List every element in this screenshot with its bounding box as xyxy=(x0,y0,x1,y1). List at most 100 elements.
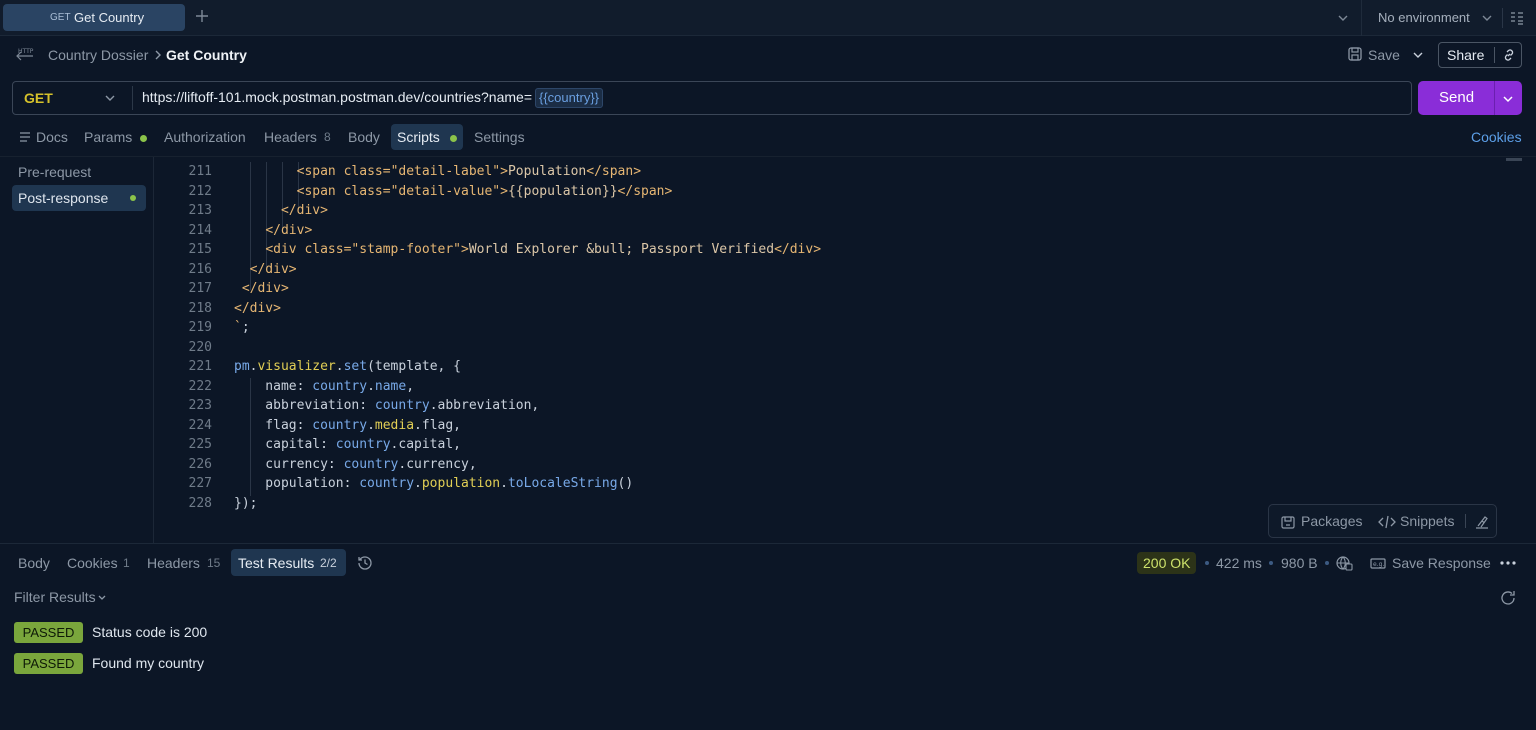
line-number: 223 xyxy=(188,398,212,413)
code-line[interactable]: </div> xyxy=(234,281,289,296)
request-tab-method: GET xyxy=(50,12,71,23)
code-line[interactable]: population: country.population.toLocaleS… xyxy=(234,476,633,491)
code-line[interactable]: <span class="detail-label">Population</s… xyxy=(234,164,641,179)
code-line[interactable]: </div> xyxy=(234,223,312,238)
divider[interactable] xyxy=(0,543,1536,544)
beautify-icon[interactable] xyxy=(1473,513,1491,531)
filter-results-dropdown[interactable]: Filter Results xyxy=(14,589,96,605)
plus-icon[interactable] xyxy=(194,8,210,24)
tab-headers[interactable]: Headers xyxy=(264,129,317,145)
tab-docs[interactable]: Docs xyxy=(36,129,68,145)
line-number: 214 xyxy=(188,223,212,238)
svg-text:e.g.: e.g. xyxy=(1373,561,1384,568)
code-icon[interactable] xyxy=(1378,514,1396,530)
line-number: 219 xyxy=(188,320,212,335)
line-number: 225 xyxy=(188,437,212,452)
line-number: 228 xyxy=(188,496,212,511)
request-tab[interactable]: GET Get Country xyxy=(3,4,185,31)
snippets-button[interactable]: Snippets xyxy=(1400,513,1454,529)
code-line[interactable]: </div> xyxy=(234,301,281,316)
chevron-down-icon[interactable] xyxy=(1336,11,1350,25)
divider xyxy=(1494,81,1495,115)
code-line[interactable]: <div class="stamp-footer">World Explorer… xyxy=(234,242,821,257)
history-icon[interactable] xyxy=(356,554,374,572)
environment-selector[interactable]: No environment xyxy=(1378,10,1470,25)
request-tab-name: Get Country xyxy=(74,10,145,25)
environment-quick-look-icon[interactable] xyxy=(1509,10,1525,26)
line-number: 213 xyxy=(188,203,212,218)
method-selector[interactable]: GET xyxy=(24,90,53,106)
test-status-badge: PASSED xyxy=(14,653,83,674)
tab-authorization[interactable]: Authorization xyxy=(164,129,246,145)
package-icon[interactable] xyxy=(1280,514,1296,530)
tab-bar xyxy=(0,0,1536,36)
docs-icon xyxy=(19,131,31,143)
code-line[interactable]: abbreviation: country.abbreviation, xyxy=(234,398,539,413)
save-icon[interactable] xyxy=(1347,46,1363,62)
script-section-post-response[interactable]: Post-response xyxy=(18,190,108,206)
cookies-link[interactable]: Cookies xyxy=(1471,129,1522,145)
chevron-down-icon[interactable] xyxy=(104,92,116,104)
packages-button[interactable]: Packages xyxy=(1301,513,1362,529)
response-size[interactable]: 980 B xyxy=(1281,555,1318,571)
save-response-icon[interactable]: e.g. xyxy=(1370,555,1388,571)
headers-count: 8 xyxy=(324,130,331,144)
chevron-down-icon[interactable] xyxy=(97,593,107,603)
code-line[interactable]: name: country.name, xyxy=(234,379,414,394)
scripts-indicator-dot xyxy=(450,135,457,142)
divider xyxy=(1494,47,1495,63)
url-variable[interactable]: {{country}} xyxy=(535,88,603,108)
share-button[interactable]: Share xyxy=(1438,42,1522,68)
save-response-button[interactable]: Save Response xyxy=(1392,555,1491,571)
refresh-icon[interactable] xyxy=(1499,589,1517,607)
chevron-down-icon[interactable] xyxy=(1480,11,1494,25)
tab-settings[interactable]: Settings xyxy=(474,129,525,145)
chevron-down-icon[interactable] xyxy=(1502,93,1514,105)
line-number: 221 xyxy=(188,359,212,374)
send-button[interactable]: Send xyxy=(1418,81,1522,115)
editor-scrollbar[interactable] xyxy=(1506,158,1522,161)
separator-dot xyxy=(1205,561,1209,565)
script-section-pre-request[interactable]: Pre-request xyxy=(18,164,91,180)
code-line[interactable]: currency: country.currency, xyxy=(234,457,476,472)
code-line[interactable]: pm.visualizer.set(template, { xyxy=(234,359,461,374)
chevron-down-icon[interactable] xyxy=(1412,49,1424,61)
post-response-indicator-dot xyxy=(130,195,136,201)
test-status-badge: PASSED xyxy=(14,622,83,643)
tab-scripts[interactable]: Scripts xyxy=(397,129,440,145)
response-tab-body[interactable]: Body xyxy=(18,555,50,571)
code-line[interactable]: capital: country.capital, xyxy=(234,437,461,452)
response-tab-test-results[interactable]: Test Results xyxy=(238,555,314,571)
divider xyxy=(132,86,133,110)
code-line[interactable]: `; xyxy=(234,320,250,335)
tab-params[interactable]: Params xyxy=(84,129,132,145)
line-number: 211 xyxy=(188,164,212,179)
url-input[interactable]: https://liftoff-101.mock.postman.postman… xyxy=(142,89,532,105)
breadcrumb-collection[interactable]: Country Dossier xyxy=(48,47,148,63)
response-tab-headers[interactable]: Headers xyxy=(147,555,200,571)
code-line[interactable]: <span class="detail-value">{{population}… xyxy=(234,184,673,199)
share-label: Share xyxy=(1447,47,1485,63)
test-results-count: 2/2 xyxy=(320,556,337,570)
code-line[interactable]: </div> xyxy=(234,262,297,277)
save-button[interactable]: Save xyxy=(1368,47,1400,63)
divider xyxy=(1502,8,1503,28)
line-number: 216 xyxy=(188,262,212,277)
chevron-right-icon xyxy=(153,49,163,61)
svg-text:HTTP: HTTP xyxy=(18,48,34,55)
response-tab-cookies[interactable]: Cookies xyxy=(67,555,118,571)
code-line[interactable]: }); xyxy=(234,496,257,511)
line-number: 220 xyxy=(188,340,212,355)
divider xyxy=(1465,514,1466,528)
more-options-icon[interactable] xyxy=(1499,560,1517,566)
code-line[interactable]: </div> xyxy=(234,203,328,218)
separator-dot xyxy=(1269,561,1273,565)
response-time[interactable]: 422 ms xyxy=(1216,555,1262,571)
network-globe-icon[interactable] xyxy=(1335,554,1353,572)
link-icon[interactable] xyxy=(1501,47,1517,63)
divider xyxy=(1361,0,1362,36)
tab-body[interactable]: Body xyxy=(348,129,380,145)
code-line[interactable]: flag: country.media.flag, xyxy=(234,418,461,433)
breadcrumb-request[interactable]: Get Country xyxy=(166,47,247,63)
status-badge[interactable]: 200 OK xyxy=(1137,552,1197,574)
